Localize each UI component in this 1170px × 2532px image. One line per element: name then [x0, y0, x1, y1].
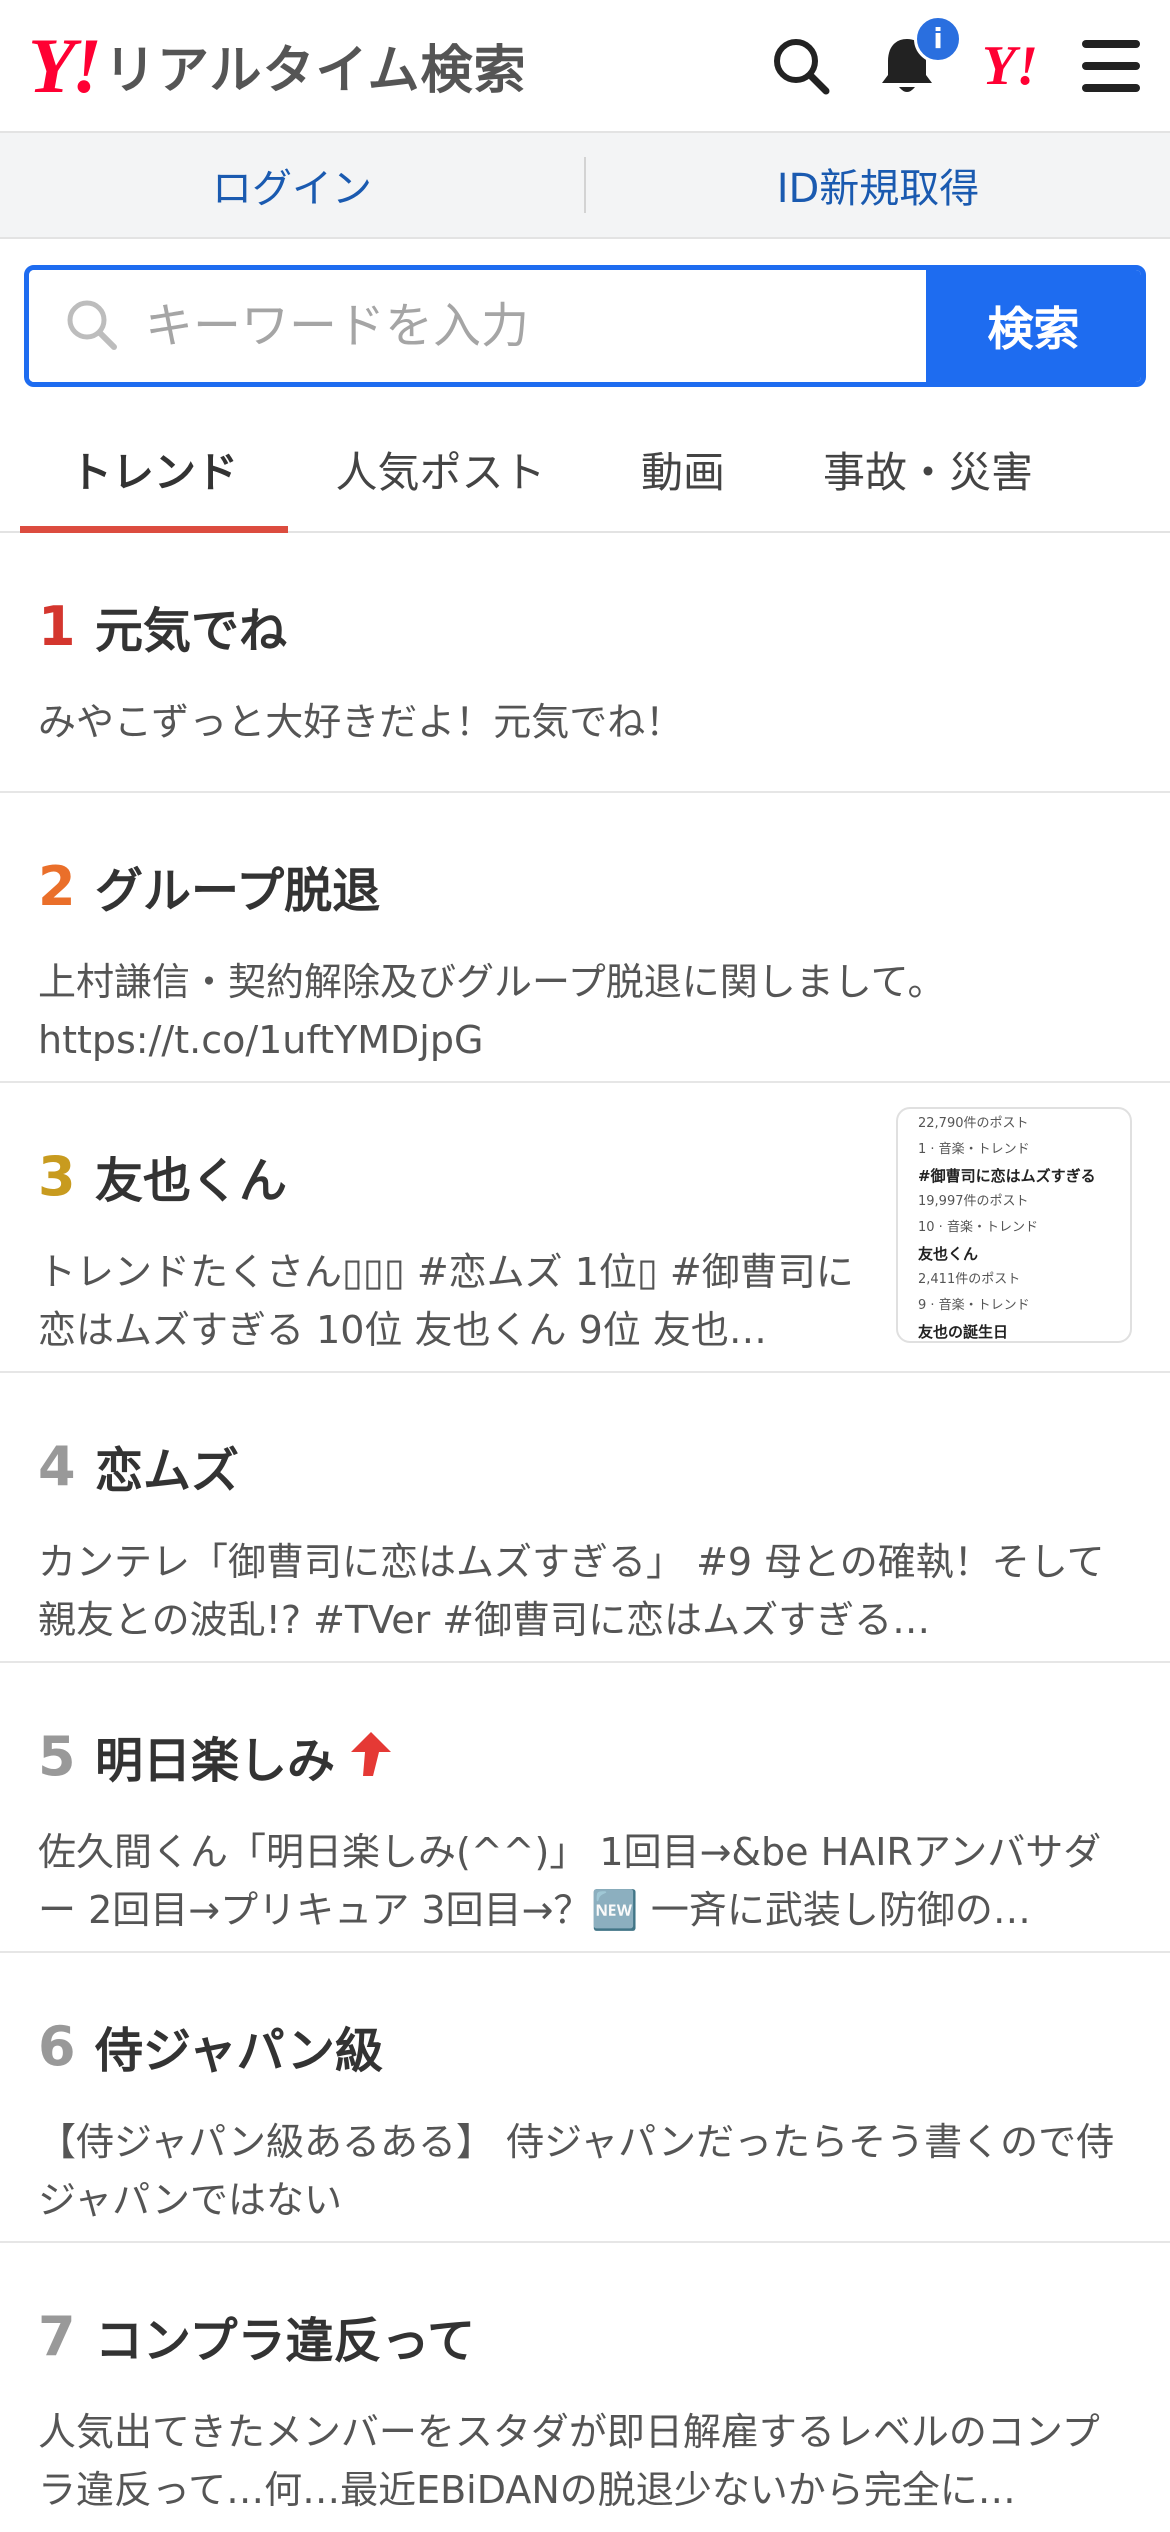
trend-title: 恋ムズ: [95, 1443, 240, 1499]
login-bar: ログイン ID新規取得: [0, 133, 1170, 239]
thumb-line: #御曹司に恋はムズすぎる: [918, 1167, 1096, 1185]
trend-rank: 5: [38, 1724, 76, 1788]
trend-rank: 7: [38, 2304, 76, 2368]
notification-badge: i: [914, 14, 962, 63]
trend-rank: 4: [38, 1434, 76, 1498]
thumb-line: 19,997件のポスト: [918, 1194, 1029, 1209]
trend-title-row: 1 元気でね: [38, 533, 1132, 661]
yahoo-icon[interactable]: Y!: [982, 38, 1038, 94]
thumb-line: 22,790件のポスト: [918, 1116, 1029, 1131]
trend-title-row: 2 グループ脱退: [38, 793, 1132, 921]
search-button[interactable]: 検索: [926, 270, 1141, 382]
trend-title-row: 4 恋ムズ: [38, 1373, 1132, 1501]
bell-icon[interactable]: i: [874, 14, 962, 99]
trend-item[interactable]: 1 元気でね みやこずっと大好きだよ！元気でね！: [0, 533, 1170, 793]
trend-item[interactable]: 4 恋ムズ カンテレ「御曹司に恋はムズすぎる」 #9 母との確執！そして親友との…: [0, 1373, 1170, 1663]
thumb-line: 9 · 音楽・トレンド: [918, 1298, 1030, 1313]
trend-title: 明日楽しみ: [95, 1733, 336, 1789]
trend-title: 侍ジャパン級: [95, 2023, 384, 2079]
trend-title: コンプラ違反って: [95, 2313, 476, 2369]
trend-description: みやこずっと大好きだよ！元気でね！: [38, 700, 684, 744]
trend-title: 元気でね: [95, 603, 288, 659]
tab-bar: トレンド 人気ポスト 動画 事故・災害: [0, 407, 1170, 533]
trend-title-row: 6 侍ジャパン級: [38, 1953, 1132, 2081]
search-area: 検索: [0, 239, 1170, 387]
app-header: Y! リアルタイム検索 i Y!: [0, 0, 1170, 133]
trend-rank: 3: [38, 1144, 76, 1208]
search-field-icon: [63, 296, 119, 356]
logo[interactable]: Y! リアルタイム検索: [28, 21, 527, 109]
trend-title: 友也くん: [95, 1153, 288, 1209]
register-link[interactable]: ID新規取得: [586, 156, 1170, 214]
thumb-line: 友也の誕生日: [918, 1323, 1009, 1341]
trend-item[interactable]: 5 明日楽しみ 佐久間くん「明日楽しみ(^^)」 1回目→&be HAIRアンバ…: [0, 1663, 1170, 1953]
trend-rank: 6: [38, 2014, 76, 2078]
trend-item[interactable]: 2 グループ脱退 上村謙信・契約解除及びグループ脱退に関しまして。 https:…: [0, 793, 1170, 1083]
trend-title-row: 7 コンプラ違反って: [38, 2243, 1132, 2371]
menu-icon[interactable]: [1080, 38, 1142, 94]
login-link[interactable]: ログイン: [0, 156, 584, 214]
trend-description: 佐久間くん「明日楽しみ(^^)」 1回目→&be HAIRアンバサダー 2回目→…: [38, 1830, 1102, 1932]
thumb-line: 1 · 音楽・トレンド: [918, 1142, 1030, 1157]
logo-mark: Y!: [28, 21, 102, 109]
trend-thumbnail[interactable]: 22,790件のポスト 1 · 音楽・トレンド #御曹司に恋はムズすぎる 19,…: [896, 1107, 1132, 1343]
search-field: [29, 270, 926, 382]
trend-item[interactable]: 7 コンプラ違反って 人気出てきたメンバーをスタダが即日解雇するレベルのコンプラ…: [0, 2243, 1170, 2532]
trend-description: 人気出てきたメンバーをスタダが即日解雇するレベルのコンプラ違反って…何…最近EB…: [38, 2410, 1100, 2512]
trend-description: カンテレ「御曹司に恋はムズすぎる」 #9 母との確執！そして親友との波乱!? #…: [38, 1540, 1105, 1642]
header-icons: i Y!: [770, 14, 1142, 99]
trend-up-arrow-icon: [349, 1730, 393, 1782]
trend-item[interactable]: 3 友也くん トレンドたくさん▯▯▯ #恋ムズ 1位▯ #御曹司に恋はムズすぎる…: [0, 1083, 1170, 1373]
search-box: 検索: [24, 265, 1146, 387]
thumb-line: 友也くん: [918, 1245, 979, 1263]
logo-text: リアルタイム検索: [104, 41, 527, 101]
thumb-line: 2,411件のポスト: [918, 1272, 1021, 1287]
search-icon[interactable]: [770, 35, 832, 97]
thumb-line: 10 · 音楽・トレンド: [918, 1220, 1038, 1235]
trend-description: 上村謙信・契約解除及びグループ脱退に関しまして。 https://t.co/1u…: [38, 960, 946, 1062]
tab-accidents-disasters[interactable]: 事故・災害: [773, 407, 1083, 531]
trend-rank: 1: [38, 594, 76, 658]
tab-videos[interactable]: 動画: [593, 407, 773, 531]
trend-description: トレンドたくさん▯▯▯ #恋ムズ 1位▯ #御曹司に恋はムズすぎる 10位 友也…: [38, 1250, 854, 1352]
trend-list: 1 元気でね みやこずっと大好きだよ！元気でね！ 2 グループ脱退 上村謙信・契…: [0, 533, 1170, 2532]
search-input[interactable]: [145, 298, 845, 354]
trend-title: グループ脱退: [95, 863, 381, 919]
trend-description: 【侍ジャパン級あるある】 侍ジャパンだったらそう書くので侍ジャパンではない: [38, 2120, 1115, 2222]
trend-item[interactable]: 6 侍ジャパン級 【侍ジャパン級あるある】 侍ジャパンだったらそう書くので侍ジャ…: [0, 1953, 1170, 2243]
tab-trend[interactable]: トレンド: [20, 407, 288, 533]
trend-rank: 2: [38, 854, 76, 918]
trend-title-row: 5 明日楽しみ: [38, 1663, 1132, 1791]
tab-popular-posts[interactable]: 人気ポスト: [288, 407, 593, 531]
